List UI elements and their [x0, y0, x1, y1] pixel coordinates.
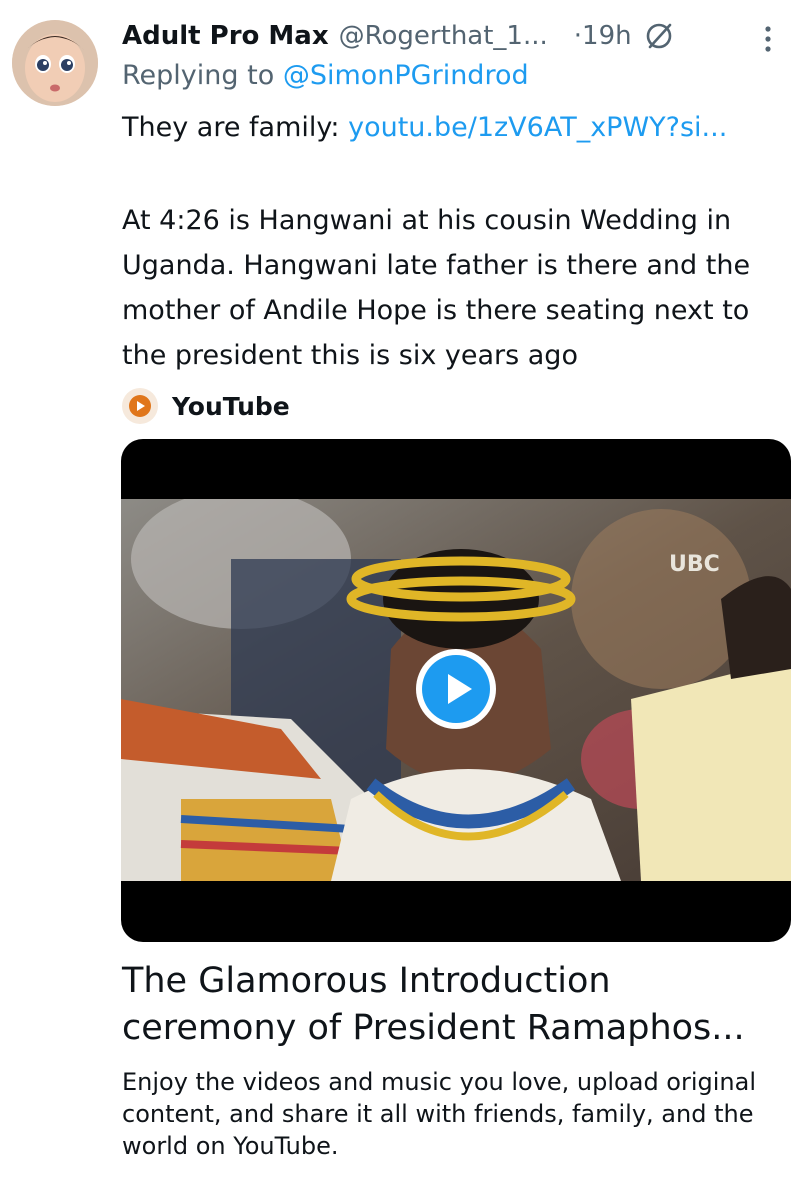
intro-line: They are family: youtu.be/1zV6AT_xPWY?si…	[122, 112, 727, 143]
tweet-body: At 4:26 is Hangwani at his cousin Weddin…	[122, 205, 751, 371]
source-label: YouTube	[172, 391, 290, 421]
intro-text: They are family:	[122, 112, 340, 143]
replying-prefix: Replying to	[122, 60, 275, 91]
edited-icon[interactable]	[644, 21, 674, 51]
play-icon	[416, 649, 496, 729]
card-source[interactable]: YouTube	[122, 386, 290, 426]
user-handle[interactable]: @Rogerthat_1...	[339, 21, 548, 51]
timestamp[interactable]: ·19h	[574, 21, 632, 51]
avatar[interactable]	[12, 20, 98, 106]
ubc-watermark: UBC	[669, 552, 720, 577]
more-options-icon[interactable]	[762, 24, 774, 54]
mention-link[interactable]: @SimonPGrindrod	[283, 60, 529, 91]
video-card[interactable]: UBC	[121, 439, 791, 942]
youtube-link[interactable]: youtu.be/1zV6AT_xPWY?si...	[348, 112, 727, 143]
replying-to: Replying to @SimonPGrindrod	[122, 60, 529, 91]
youtube-icon	[122, 388, 158, 424]
display-name[interactable]: Adult Pro Max	[122, 21, 329, 51]
baby-avatar	[12, 20, 98, 106]
tweet-header: Adult Pro Max @Rogerthat_1... ·19h	[122, 14, 782, 58]
card-description: Enjoy the videos and music you love, upl…	[122, 1068, 757, 1160]
card-title[interactable]: The Glamorous Introduction ceremony of P…	[122, 958, 792, 1052]
play-button[interactable]	[413, 646, 499, 732]
